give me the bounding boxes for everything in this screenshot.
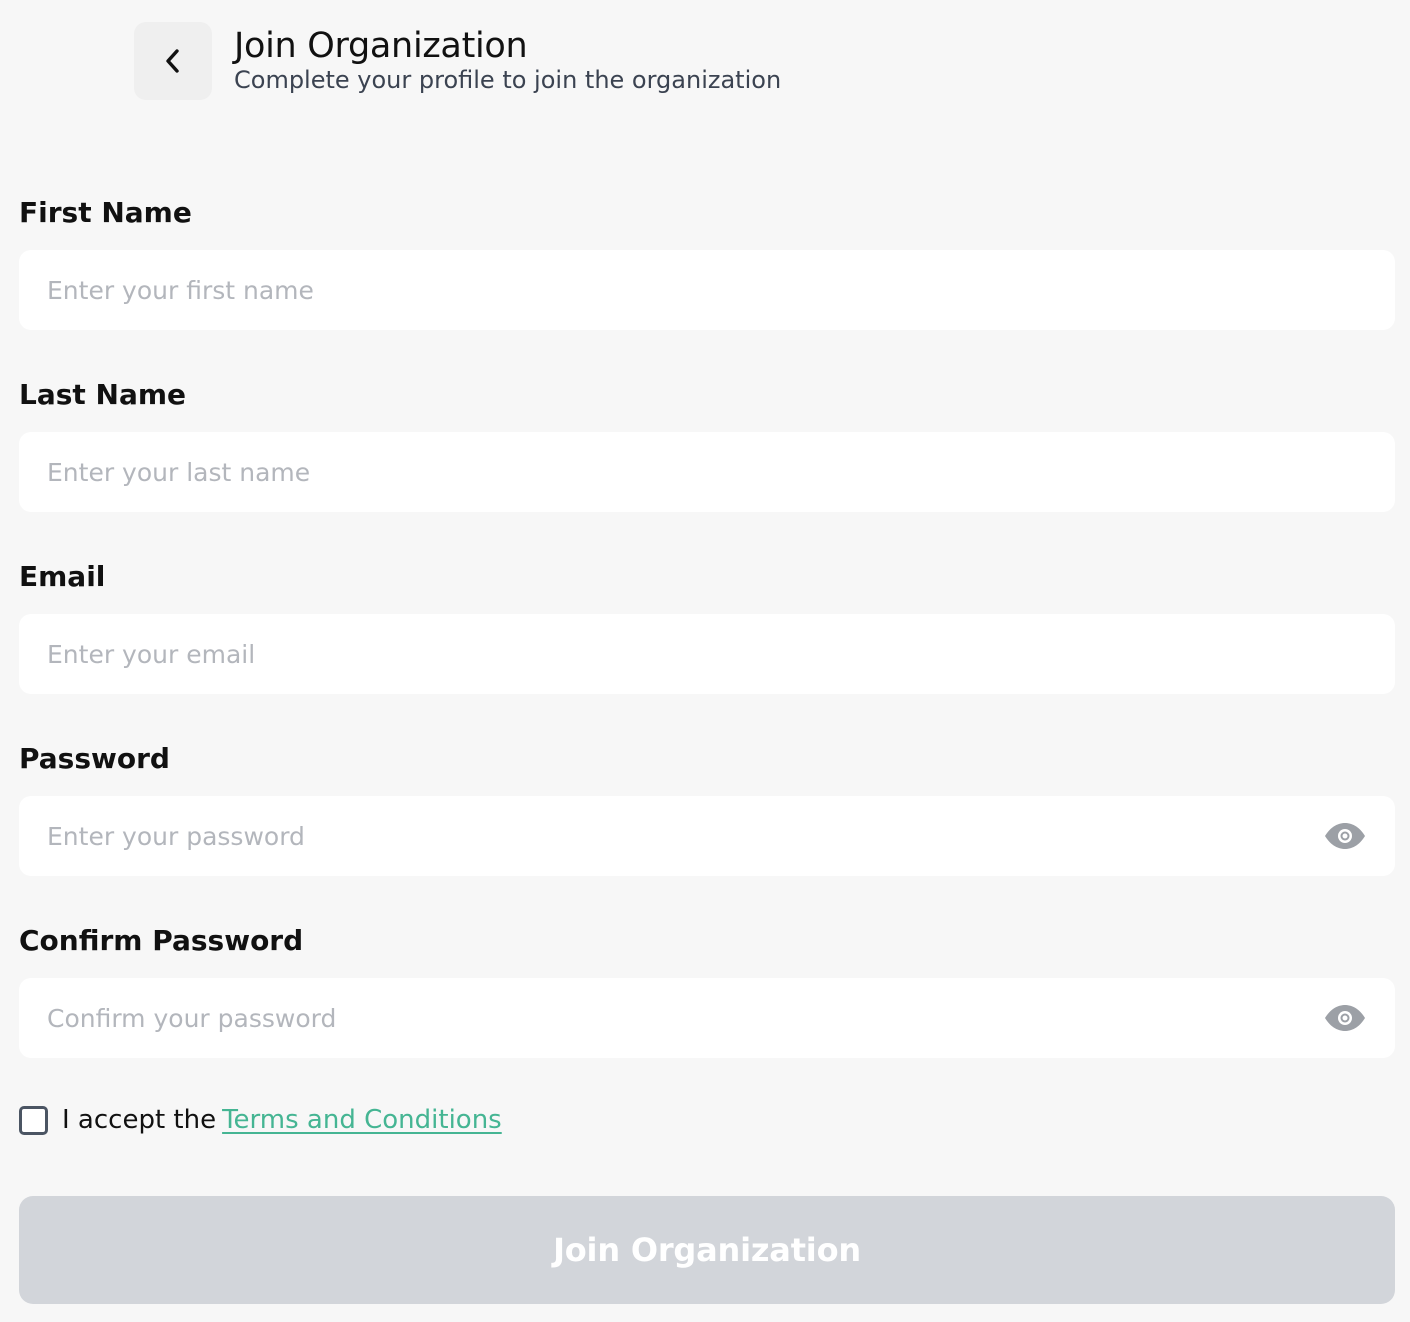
join-form: First Name Last Name Email Password Co bbox=[19, 190, 1395, 1058]
confirm-password-input-wrapper bbox=[19, 978, 1395, 1058]
first-name-input-wrapper bbox=[19, 250, 1395, 330]
page-subtitle: Complete your profile to join the organi… bbox=[234, 66, 782, 94]
first-name-label: First Name bbox=[19, 196, 192, 229]
last-name-field: Last Name bbox=[19, 372, 1395, 512]
chevron-left-icon bbox=[166, 49, 179, 73]
password-label: Password bbox=[19, 742, 170, 775]
first-name-input[interactable] bbox=[19, 250, 1395, 330]
first-name-field: First Name bbox=[19, 190, 1395, 330]
header-titles: Join Organization Complete your profile … bbox=[234, 24, 781, 96]
page-header: Join Organization Complete your profile … bbox=[134, 22, 781, 100]
eye-icon[interactable] bbox=[1323, 1004, 1367, 1032]
confirm-password-label: Confirm Password bbox=[19, 924, 304, 957]
join-organization-button[interactable]: Join Organization bbox=[19, 1196, 1395, 1304]
password-field: Password bbox=[19, 736, 1395, 876]
eye-icon[interactable] bbox=[1323, 822, 1367, 850]
terms-prefix: I accept the bbox=[62, 1105, 217, 1135]
back-button[interactable] bbox=[134, 22, 212, 100]
terms-link[interactable]: Terms and Conditions bbox=[222, 1105, 502, 1135]
last-name-input-wrapper bbox=[19, 432, 1395, 512]
confirm-password-input[interactable] bbox=[19, 978, 1395, 1058]
page-title: Join Organization bbox=[234, 26, 528, 66]
confirm-password-field: Confirm Password bbox=[19, 918, 1395, 1058]
email-input-wrapper bbox=[19, 614, 1395, 694]
terms-text: I accept the Terms and Conditions bbox=[62, 1104, 502, 1136]
terms-row: I accept the Terms and Conditions bbox=[19, 1104, 502, 1136]
last-name-label: Last Name bbox=[19, 378, 187, 411]
email-input[interactable] bbox=[19, 614, 1395, 694]
email-label: Email bbox=[19, 560, 106, 593]
email-field: Email bbox=[19, 554, 1395, 694]
last-name-input[interactable] bbox=[19, 432, 1395, 512]
password-input-wrapper bbox=[19, 796, 1395, 876]
password-input[interactable] bbox=[19, 796, 1395, 876]
terms-checkbox[interactable] bbox=[19, 1105, 48, 1135]
